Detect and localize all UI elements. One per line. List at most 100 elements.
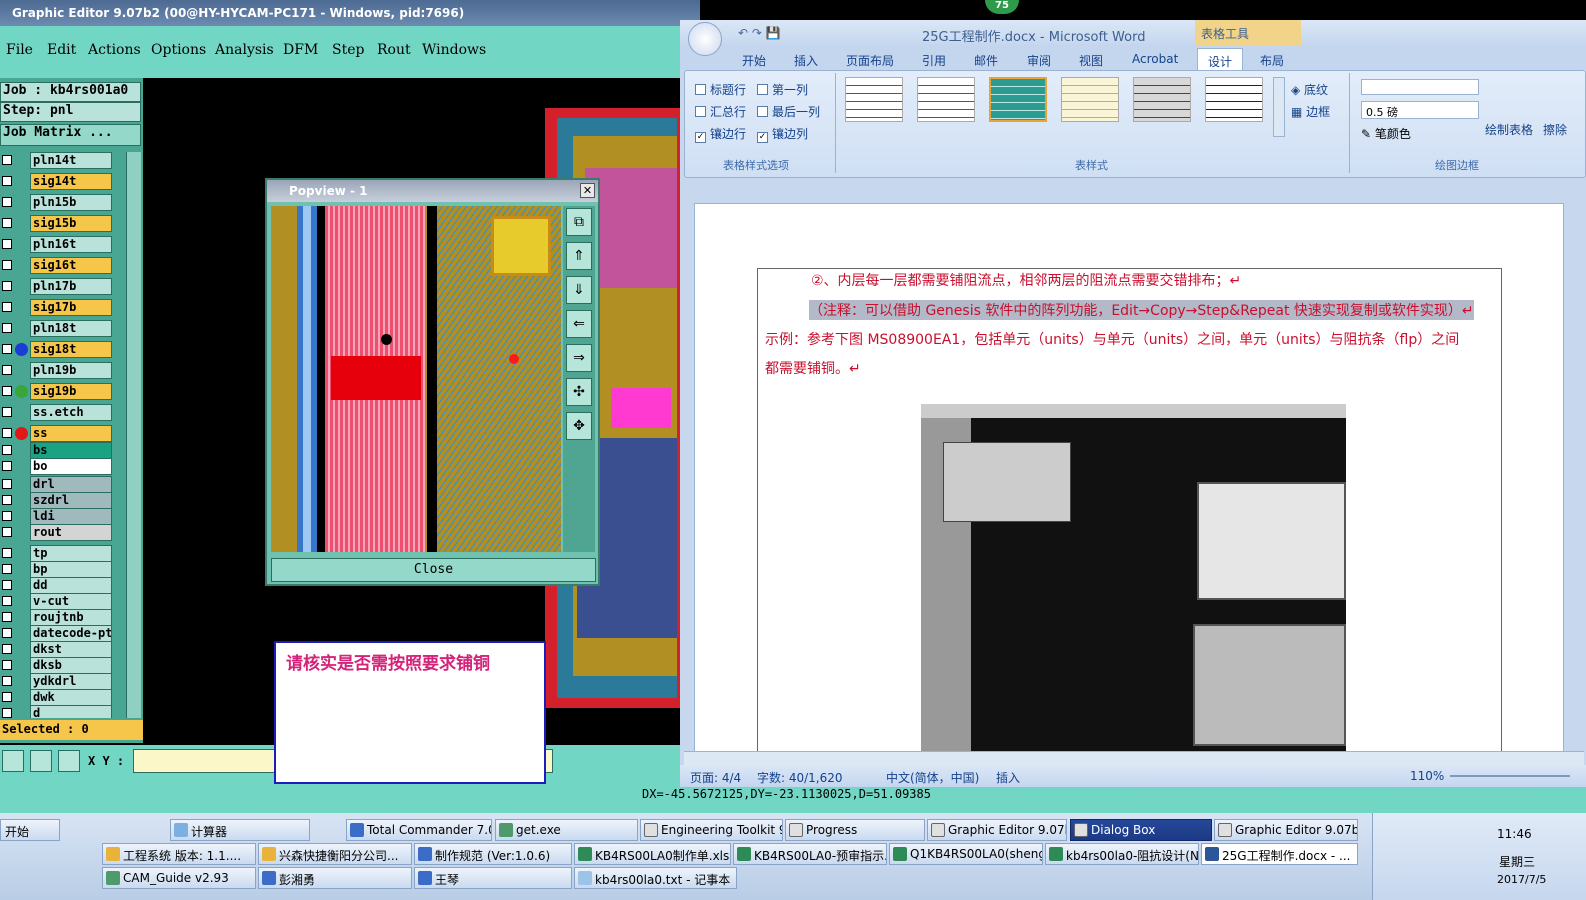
layer-checkbox[interactable] — [2, 479, 12, 489]
layer-row[interactable]: dd — [0, 577, 125, 594]
layer-name[interactable]: szdrl — [30, 492, 112, 509]
layer-name[interactable]: sig16t — [30, 257, 112, 274]
layer-name[interactable]: sig15b — [30, 215, 112, 232]
taskbar-item[interactable]: 兴森快捷衡阳分公司... — [258, 843, 412, 865]
pen-weight-select[interactable]: 0.5 磅 — [1361, 101, 1479, 119]
taskbar-item[interactable]: 工程系统 版本: 1.1.... — [102, 843, 256, 865]
tab-table-layout[interactable]: 布局 — [1260, 52, 1284, 69]
layer-row[interactable]: v-cut — [0, 593, 125, 610]
tab-mailings[interactable]: 邮件 — [974, 52, 998, 69]
layer-checkbox[interactable] — [2, 511, 12, 521]
banded-rows-option[interactable]: ✓ 镶边行 — [695, 125, 746, 143]
undo-icon[interactable]: ↶ ↷ 💾 — [738, 26, 781, 40]
layer-row[interactable]: roujtnb — [0, 609, 125, 626]
layer-checkbox[interactable] — [2, 302, 12, 312]
measure-tool-icon[interactable] — [30, 750, 52, 772]
taskbar-item[interactable]: CAM_Guide v2.93 — [102, 867, 256, 889]
layer-name[interactable]: tp — [30, 545, 112, 562]
layer-checkbox[interactable] — [2, 644, 12, 654]
layer-name[interactable]: dwk — [30, 689, 112, 706]
layer-row[interactable]: sig14t — [0, 173, 125, 190]
menu-windows[interactable]: Windows — [422, 42, 486, 58]
layer-checkbox[interactable] — [2, 260, 12, 270]
layer-row[interactable]: ydkdrl — [0, 673, 125, 690]
tab-layout[interactable]: 页面布局 — [846, 52, 894, 69]
layer-name[interactable]: dd — [30, 577, 112, 594]
layer-name[interactable]: bs — [30, 442, 112, 459]
layer-row[interactable]: pln17b — [0, 278, 125, 295]
clock-time[interactable]: 11:46 — [1497, 827, 1532, 841]
taskbar-item[interactable]: KB4RS00LA0制作单.xls ... — [574, 843, 731, 865]
layer-row[interactable]: drl — [0, 476, 125, 493]
layer-name[interactable]: pln15b — [30, 194, 112, 211]
layer-checkbox[interactable] — [2, 239, 12, 249]
table-style-2[interactable] — [917, 77, 975, 122]
layer-name[interactable]: drl — [30, 476, 112, 493]
first-column-option[interactable]: 第一列 — [757, 81, 808, 98]
table-style-1[interactable] — [845, 77, 903, 122]
layer-checkbox[interactable] — [2, 281, 12, 291]
shading-button[interactable]: ◈ 底纹 — [1291, 81, 1328, 98]
table-style-5[interactable] — [1133, 77, 1191, 122]
close-icon[interactable]: ✕ — [580, 183, 595, 198]
layer-row[interactable]: sig19b — [0, 383, 125, 400]
layer-name[interactable]: roujtnb — [30, 609, 112, 626]
tab-home[interactable]: 开始 — [742, 52, 766, 69]
layer-row[interactable]: sig18t — [0, 341, 125, 358]
taskbar-item[interactable]: KB4RS00LA0-预审指示... — [733, 843, 887, 865]
layer-checkbox[interactable] — [2, 197, 12, 207]
pan-up-icon[interactable]: ⇑ — [566, 242, 592, 270]
menu-step[interactable]: Step — [332, 42, 364, 58]
taskbar-item[interactable]: Progress — [785, 819, 925, 841]
zoom-out-icon[interactable]: ✥ — [566, 412, 592, 440]
table-style-4[interactable] — [1061, 77, 1119, 122]
layer-checkbox[interactable] — [2, 708, 12, 718]
layer-row[interactable]: ss.etch — [0, 404, 125, 421]
close-button[interactable]: Close — [271, 558, 596, 582]
layer-row[interactable]: ss — [0, 425, 125, 442]
layer-checkbox[interactable] — [2, 428, 12, 438]
menu-edit[interactable]: Edit — [47, 42, 76, 58]
layer-row[interactable]: pln15b — [0, 194, 125, 211]
insert-mode[interactable]: 插入 — [996, 769, 1020, 786]
start-button[interactable]: 开始 — [0, 819, 60, 841]
tab-acrobat[interactable]: Acrobat — [1132, 52, 1178, 66]
layer-name[interactable]: dksb — [30, 657, 112, 674]
borders-button[interactable]: ▦ 边框 — [1291, 103, 1330, 120]
layer-checkbox[interactable] — [2, 596, 12, 606]
layer-row[interactable]: dkst — [0, 641, 125, 658]
layer-row[interactable]: sig16t — [0, 257, 125, 274]
table-style-3[interactable] — [989, 77, 1047, 122]
layer-name[interactable]: sig19b — [30, 383, 112, 400]
office-button-icon[interactable] — [688, 22, 722, 56]
total-row-option[interactable]: 汇总行 — [695, 103, 746, 120]
layer-checkbox[interactable] — [2, 495, 12, 505]
tab-insert[interactable]: 插入 — [794, 52, 818, 69]
layer-name[interactable]: ss — [30, 425, 112, 442]
menu-dfm[interactable]: DFM — [283, 42, 318, 58]
layer-checkbox[interactable] — [2, 527, 12, 537]
zoom-slider[interactable] — [1450, 775, 1570, 777]
layer-row[interactable]: szdrl — [0, 492, 125, 509]
layer-checkbox[interactable] — [2, 580, 12, 590]
layer-row[interactable]: pln16t — [0, 236, 125, 253]
layer-checkbox[interactable] — [2, 344, 12, 354]
taskbar-item[interactable]: kb4rs00la0-阻抗设计(N... — [1045, 843, 1199, 865]
layer-name[interactable]: rout — [30, 524, 112, 541]
layer-row[interactable]: d — [0, 705, 125, 718]
pan-right-icon[interactable]: ⇒ — [566, 344, 592, 372]
document-page[interactable]: ②、内层每一层都需要铺阻流点，相邻两层的阻流点需要交错排布；↵ （注释：可以借助… — [694, 203, 1564, 771]
layer-name[interactable]: pln18t — [30, 320, 112, 337]
layer-checkbox[interactable] — [2, 218, 12, 228]
layer-row[interactable]: datecode-ptc — [0, 625, 125, 642]
layer-row[interactable]: rout — [0, 524, 125, 541]
pan-down-icon[interactable]: ⇓ — [566, 276, 592, 304]
layer-row[interactable]: pln18t — [0, 320, 125, 337]
layer-name[interactable]: sig17b — [30, 299, 112, 316]
table-style-6[interactable] — [1205, 77, 1263, 122]
layer-row[interactable]: pln14t — [0, 152, 125, 169]
layer-name[interactable]: ldi — [30, 508, 112, 525]
layer-name[interactable]: dkst — [30, 641, 112, 658]
layer-row[interactable]: sig17b — [0, 299, 125, 316]
layer-checkbox[interactable] — [2, 660, 12, 670]
